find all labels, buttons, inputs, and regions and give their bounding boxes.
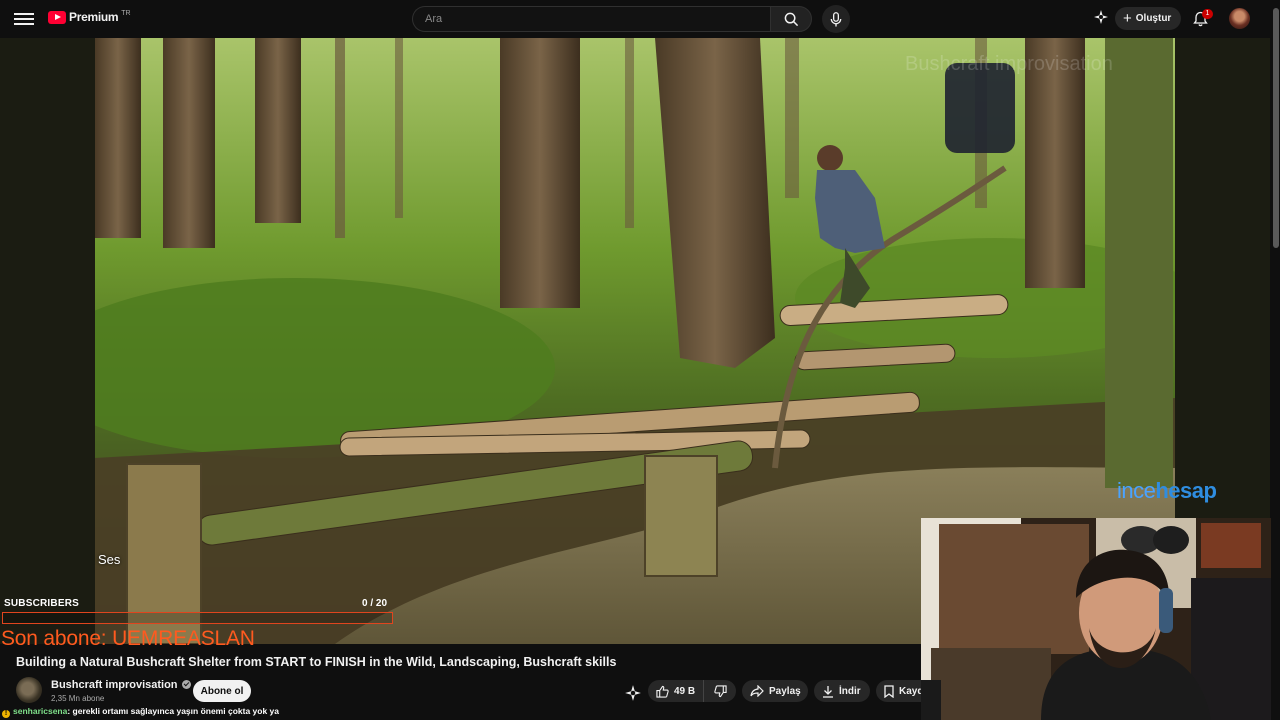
webcam-edge <box>921 680 941 720</box>
sparkle-icon[interactable] <box>624 684 642 702</box>
thumbs-down-icon <box>713 684 727 697</box>
channel-name[interactable]: Bushcraft improvisation <box>51 679 191 691</box>
subscribe-button[interactable]: Abone ol <box>193 680 251 702</box>
top-bar: Premium TR + Oluştur 1 <box>0 0 1280 38</box>
verified-icon <box>181 680 191 689</box>
chat-text: : gerekli ortamı sağlayınca yaşın önemi … <box>67 706 279 716</box>
subscribers-count: 0 / 20 <box>362 598 388 609</box>
youtube-play-icon <box>48 10 66 24</box>
plus-icon: + <box>1123 10 1132 27</box>
download-label: İndir <box>839 685 861 697</box>
search-bar <box>412 6 812 32</box>
channel-avatar[interactable] <box>16 677 42 703</box>
bookmark-icon <box>884 684 894 698</box>
channel-watermark: Bushcraft improvisation <box>905 53 1113 75</box>
microphone-icon <box>830 11 842 27</box>
share-label: Paylaş <box>769 685 801 697</box>
page-scrollbar[interactable] <box>1271 0 1280 720</box>
sound-label: Ses <box>98 552 121 567</box>
download-button[interactable]: İndir <box>814 680 870 702</box>
account-avatar[interactable] <box>1229 8 1250 29</box>
last-subscriber: Son abone: UEMREASLAN <box>1 627 255 650</box>
download-icon <box>823 685 833 698</box>
share-icon <box>750 685 764 697</box>
subscribers-progress-bar <box>2 612 393 624</box>
search-input[interactable] <box>412 6 770 32</box>
dislike-button[interactable] <box>704 680 736 702</box>
like-button[interactable]: 49 B <box>648 680 704 702</box>
logo-text: Premium <box>69 10 119 24</box>
webcam-feed <box>921 518 1280 720</box>
notification-badge: 1 <box>1202 9 1213 19</box>
like-dislike-group: 49 B <box>648 680 736 702</box>
voice-search-button[interactable] <box>822 5 850 33</box>
brand-watermark: incehesap <box>1117 478 1217 504</box>
webcam-frame <box>921 518 1280 720</box>
search-icon <box>784 12 798 26</box>
warning-icon: ! <box>2 710 10 718</box>
menu-icon[interactable] <box>14 10 34 28</box>
thumbs-up-icon <box>656 685 669 698</box>
subscribers-title: SUBSCRIBERS <box>4 598 79 609</box>
country-code: TR <box>121 9 131 17</box>
create-label: Oluştur <box>1135 13 1172 24</box>
watermark-bold: hesap <box>1155 478 1217 503</box>
youtube-logo[interactable]: Premium TR <box>48 10 131 24</box>
like-count: 49 B <box>674 685 696 697</box>
share-button[interactable]: Paylaş <box>742 680 808 702</box>
channel-subscriber-count: 2,35 Mn abone <box>51 694 105 703</box>
watermark-light: ince <box>1117 478 1156 503</box>
scrollbar-thumb[interactable] <box>1273 8 1279 248</box>
channel-name-text: Bushcraft improvisation <box>51 679 178 691</box>
video-title: Building a Natural Bushcraft Shelter fro… <box>16 655 617 669</box>
create-button[interactable]: + Oluştur <box>1115 7 1181 30</box>
chat-username: senharicsena <box>13 706 68 716</box>
sparkle-icon[interactable] <box>1093 9 1109 25</box>
chat-message: ! senharicsena: gerekli ortamı sağlayınca… <box>2 706 279 718</box>
search-button[interactable] <box>770 6 812 32</box>
